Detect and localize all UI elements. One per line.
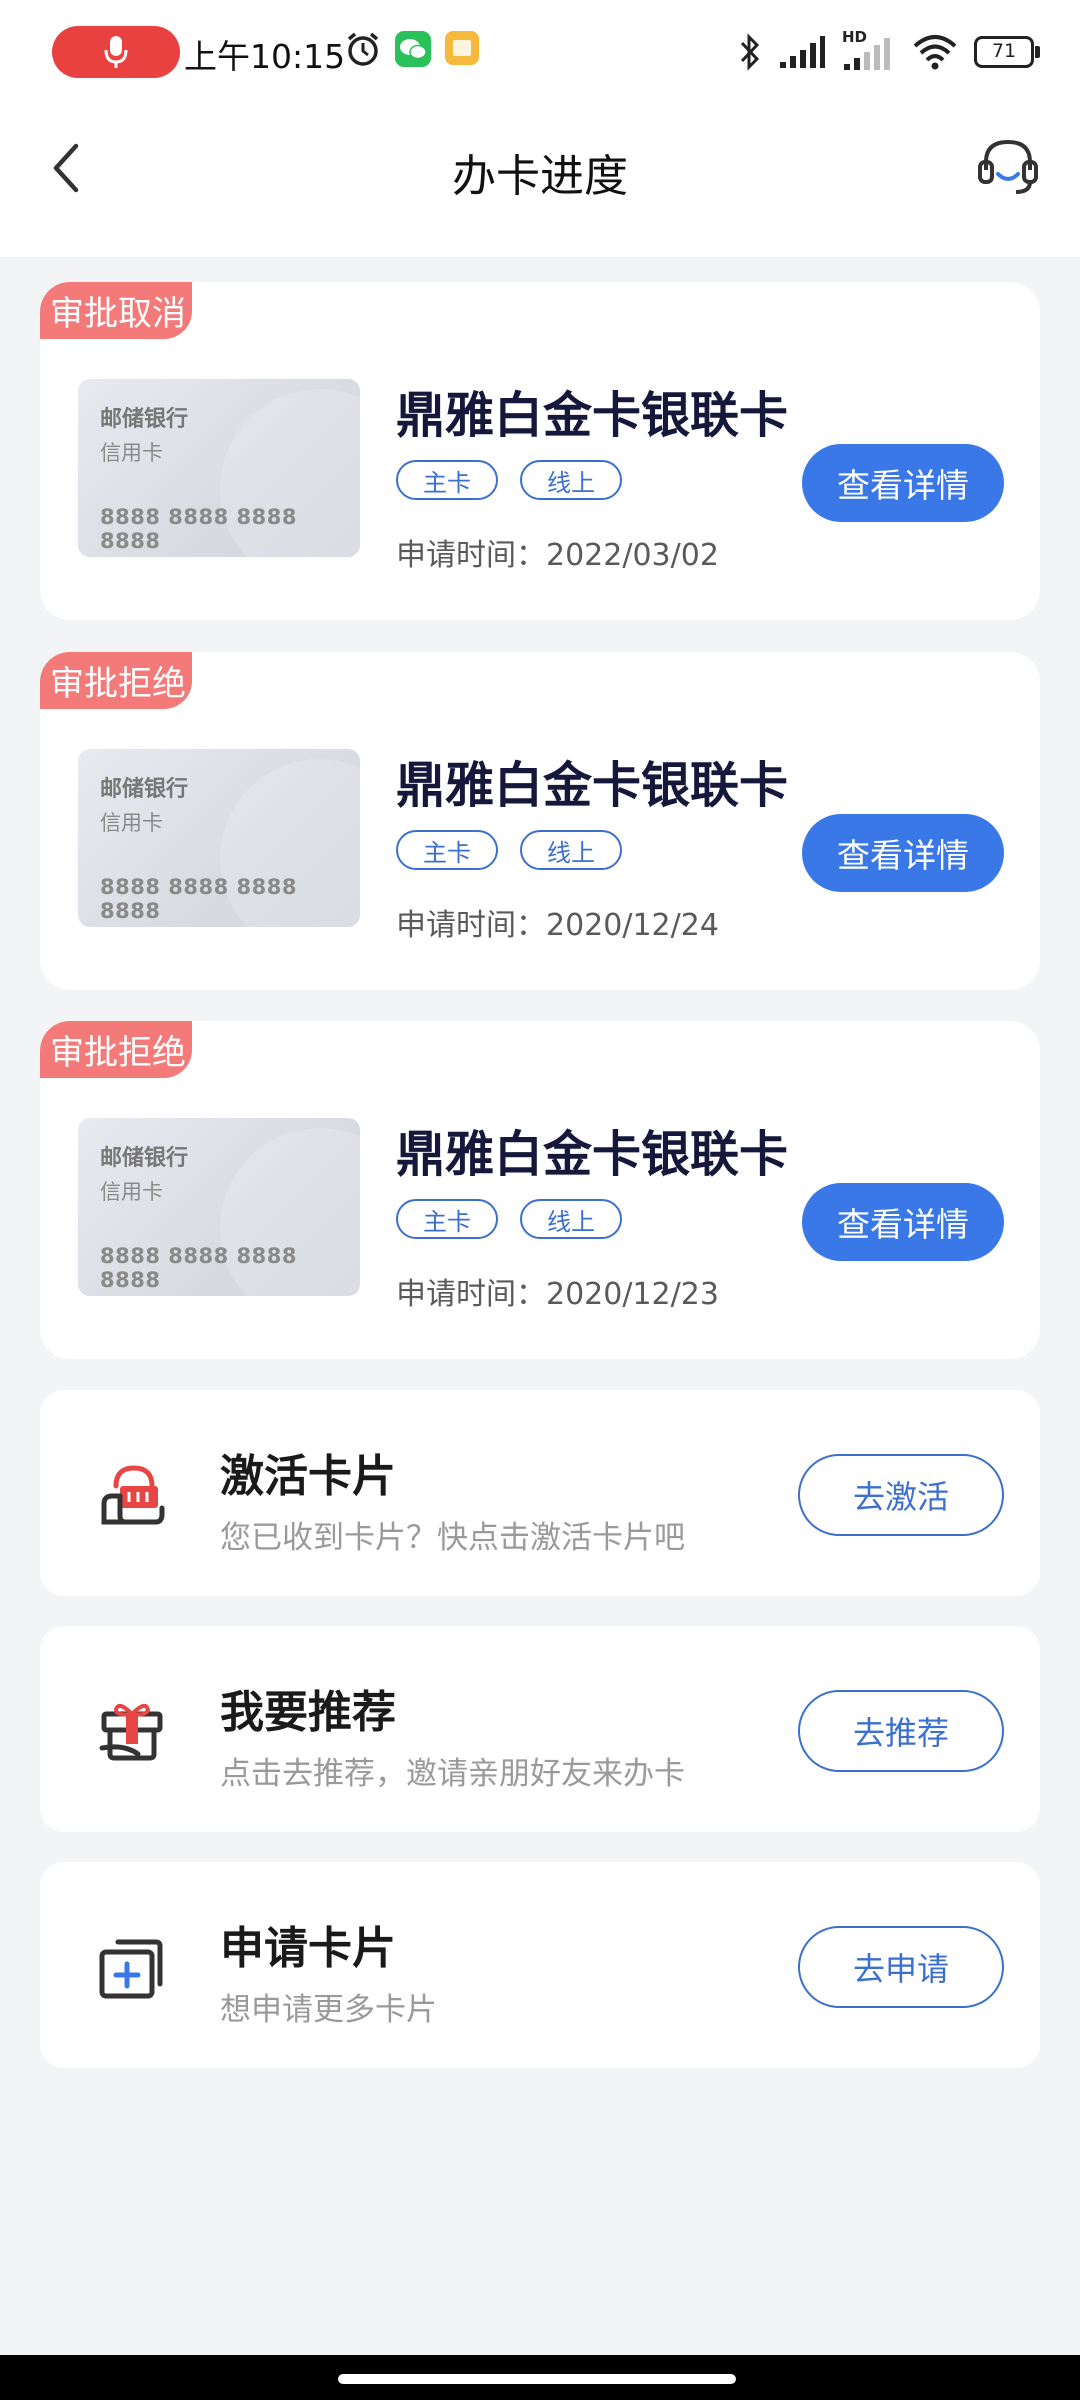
- application-card: 审批取消 邮储银行 信用卡 8888 8888 8888 8888 鼎雅白金卡银…: [40, 282, 1040, 620]
- status-indicators: HD 71: [738, 26, 1040, 78]
- tag-online: 线上: [520, 1199, 622, 1239]
- view-details-button[interactable]: 查看详情: [802, 814, 1004, 892]
- card-type: 信用卡: [100, 1180, 163, 1204]
- tag-primary-card: 主卡: [396, 460, 498, 500]
- status-badge: 审批拒绝: [40, 652, 192, 709]
- title-bar: 办卡进度: [0, 100, 1080, 257]
- card-bank-name: 邮储银行: [100, 407, 189, 432]
- apply-button[interactable]: 去申请: [798, 1926, 1004, 2008]
- credit-card-image: 邮储银行 信用卡 8888 8888 8888 8888: [78, 1118, 360, 1296]
- apply-date: 申请时间：2020/12/24: [396, 908, 719, 943]
- application-card: 审批拒绝 邮储银行 信用卡 8888 8888 8888 8888 鼎雅白金卡银…: [40, 652, 1040, 990]
- battery-level: 71: [991, 40, 1017, 62]
- application-card: 审批拒绝 邮储银行 信用卡 8888 8888 8888 8888 鼎雅白金卡银…: [40, 1021, 1040, 1359]
- battery-icon: 71: [974, 36, 1040, 68]
- card-tags: 主卡 线上: [396, 460, 622, 500]
- card-tags: 主卡 线上: [396, 1199, 622, 1239]
- apply-date: 申请时间：2020/12/23: [396, 1277, 719, 1312]
- action-title: 我要推荐: [220, 1687, 396, 1738]
- card-name: 鼎雅白金卡银联卡: [396, 757, 789, 814]
- action-title: 激活卡片: [220, 1451, 396, 1502]
- recommend-section: 我要推荐 点击去推荐，邀请亲朋好友来办卡 去推荐: [40, 1626, 1040, 1832]
- clock: 上午10:15: [184, 37, 346, 76]
- signal-icon: [780, 36, 825, 68]
- apply-card-section: 申请卡片 想申请更多卡片 去申请: [40, 1862, 1040, 2068]
- apply-date: 申请时间：2022/03/02: [396, 538, 719, 573]
- card-number: 8888 8888 8888 8888: [100, 875, 297, 923]
- card-type: 信用卡: [100, 811, 163, 835]
- activate-card-section: 激活卡片 您已收到卡片？快点击激活卡片吧 去激活: [40, 1390, 1040, 1596]
- customer-service-button[interactable]: [976, 136, 1040, 200]
- bluetooth-icon: [740, 33, 760, 71]
- card-name: 鼎雅白金卡银联卡: [396, 1126, 789, 1183]
- tag-online: 线上: [520, 830, 622, 870]
- view-details-button[interactable]: 查看详情: [802, 1183, 1004, 1261]
- system-nav-bar: [0, 2355, 1080, 2400]
- voice-recording-indicator[interactable]: [52, 26, 180, 78]
- credit-card-image: 邮储银行 信用卡 8888 8888 8888 8888: [78, 379, 360, 557]
- activate-card-icon: [101, 1465, 165, 1525]
- notes-app-icon: [445, 31, 479, 65]
- recommend-button[interactable]: 去推荐: [798, 1690, 1004, 1772]
- action-title: 申请卡片: [220, 1923, 396, 1974]
- activate-button[interactable]: 去激活: [798, 1454, 1004, 1536]
- card-name: 鼎雅白金卡银联卡: [396, 387, 789, 444]
- card-number: 8888 8888 8888 8888: [100, 1244, 297, 1292]
- action-description: 您已收到卡片？快点击激活卡片吧: [220, 1520, 685, 1556]
- home-indicator[interactable]: [338, 2374, 736, 2384]
- card-number: 8888 8888 8888 8888: [100, 505, 297, 553]
- view-details-button[interactable]: 查看详情: [802, 444, 1004, 522]
- action-description: 想申请更多卡片: [220, 1992, 437, 2028]
- status-bar: 上午10:15 HD 71: [0, 0, 1080, 100]
- tag-online: 线上: [520, 460, 622, 500]
- card-type: 信用卡: [100, 441, 163, 465]
- action-description: 点击去推荐，邀请亲朋好友来办卡: [220, 1756, 685, 1792]
- wechat-icon: [395, 31, 431, 67]
- apply-card-icon: [99, 1939, 163, 1999]
- card-bank-name: 邮储银行: [100, 1146, 189, 1171]
- wifi-icon: [913, 35, 957, 70]
- tag-primary-card: 主卡: [396, 830, 498, 870]
- card-tags: 主卡 线上: [396, 830, 622, 870]
- credit-card-image: 邮储银行 信用卡 8888 8888 8888 8888: [78, 749, 360, 927]
- tag-primary-card: 主卡: [396, 1199, 498, 1239]
- status-badge: 审批取消: [40, 282, 192, 339]
- page-title: 办卡进度: [452, 151, 628, 202]
- status-badge: 审批拒绝: [40, 1021, 192, 1078]
- headset-icon: [978, 139, 1038, 194]
- alarm-icon: [347, 32, 379, 66]
- signal-hd-icon: HD: [842, 28, 896, 72]
- microphone-icon: [104, 36, 128, 68]
- card-bank-name: 邮储银行: [100, 777, 189, 802]
- gift-recommend-icon: [99, 1703, 163, 1761]
